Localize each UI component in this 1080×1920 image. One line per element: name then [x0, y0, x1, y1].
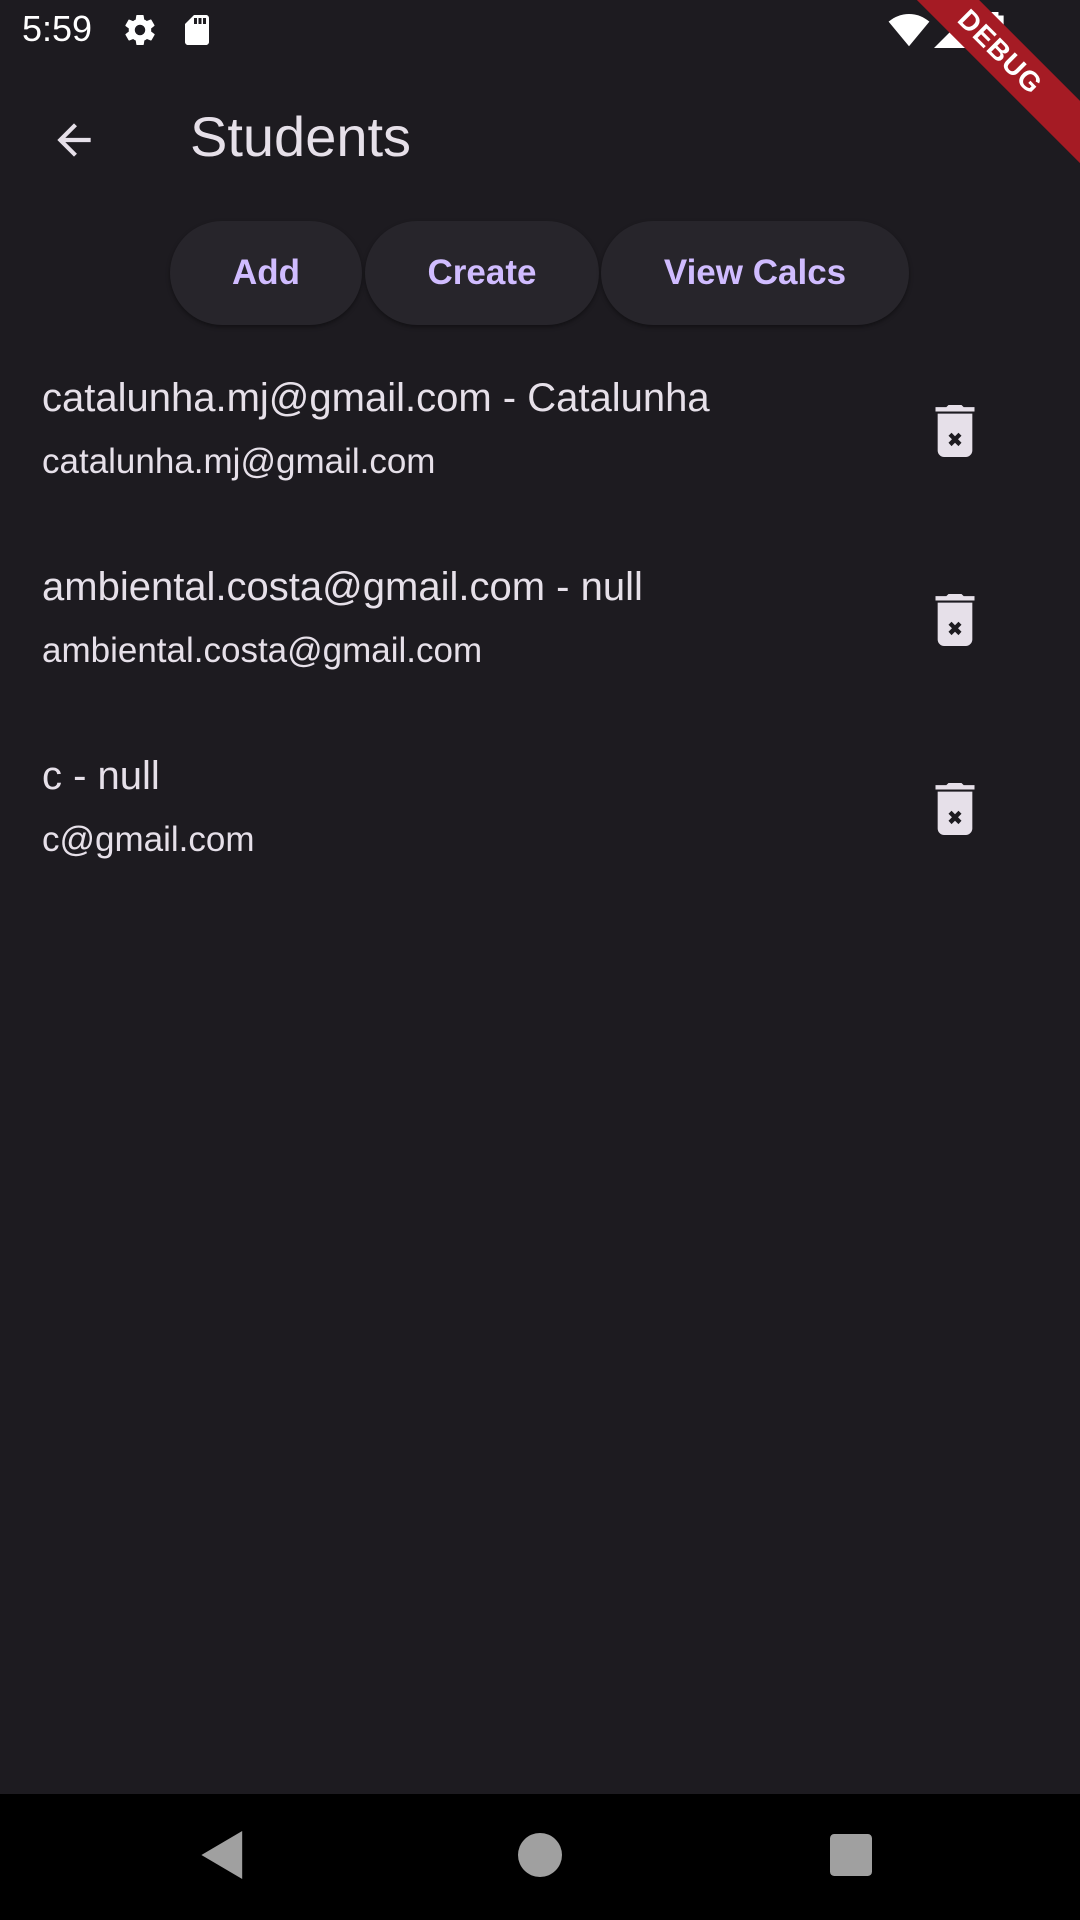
screen: 5:59 DEBUG Students Add Create View Calc…	[0, 0, 1080, 1920]
nav-recents-button[interactable]	[818, 1824, 884, 1890]
student-title: c - null	[42, 754, 160, 798]
system-nav-bar	[0, 1794, 1080, 1920]
action-button-row: Add Create View Calcs	[0, 221, 1080, 325]
delete-forever-icon	[932, 782, 978, 840]
student-list: catalunha.mj@gmail.com - Catalunha catal…	[0, 360, 1080, 927]
arrow-back-icon	[49, 115, 99, 170]
status-bar: 5:59	[0, 0, 1080, 64]
add-button[interactable]: Add	[170, 221, 362, 325]
status-time: 5:59	[22, 8, 93, 49]
list-item[interactable]: catalunha.mj@gmail.com - Catalunha catal…	[0, 360, 1080, 549]
create-button[interactable]: Create	[365, 221, 599, 325]
nav-back-button[interactable]	[190, 1824, 256, 1890]
delete-button[interactable]	[920, 776, 990, 846]
wifi-icon	[888, 14, 930, 53]
circle-home-icon	[518, 1832, 562, 1882]
app-bar: Students	[0, 64, 1080, 204]
delete-forever-icon	[932, 593, 978, 651]
nav-home-button[interactable]	[507, 1824, 573, 1890]
back-button[interactable]	[34, 102, 114, 182]
student-title: ambiental.costa@gmail.com - null	[42, 565, 643, 609]
list-item[interactable]: c - null c@gmail.com	[0, 738, 1080, 927]
settings-icon	[122, 12, 158, 53]
view-calcs-button[interactable]: View Calcs	[601, 221, 909, 325]
square-recents-icon	[830, 1833, 872, 1881]
student-title: catalunha.mj@gmail.com - Catalunha	[42, 376, 710, 420]
delete-forever-icon	[932, 404, 978, 462]
student-email: catalunha.mj@gmail.com	[42, 442, 436, 481]
student-email: c@gmail.com	[42, 820, 255, 859]
sd-card-icon	[180, 12, 214, 53]
delete-button[interactable]	[920, 587, 990, 657]
student-email: ambiental.costa@gmail.com	[42, 631, 483, 670]
delete-button[interactable]	[920, 398, 990, 468]
triangle-back-icon	[199, 1830, 247, 1885]
page-title: Students	[190, 105, 412, 168]
list-item[interactable]: ambiental.costa@gmail.com - null ambient…	[0, 549, 1080, 738]
